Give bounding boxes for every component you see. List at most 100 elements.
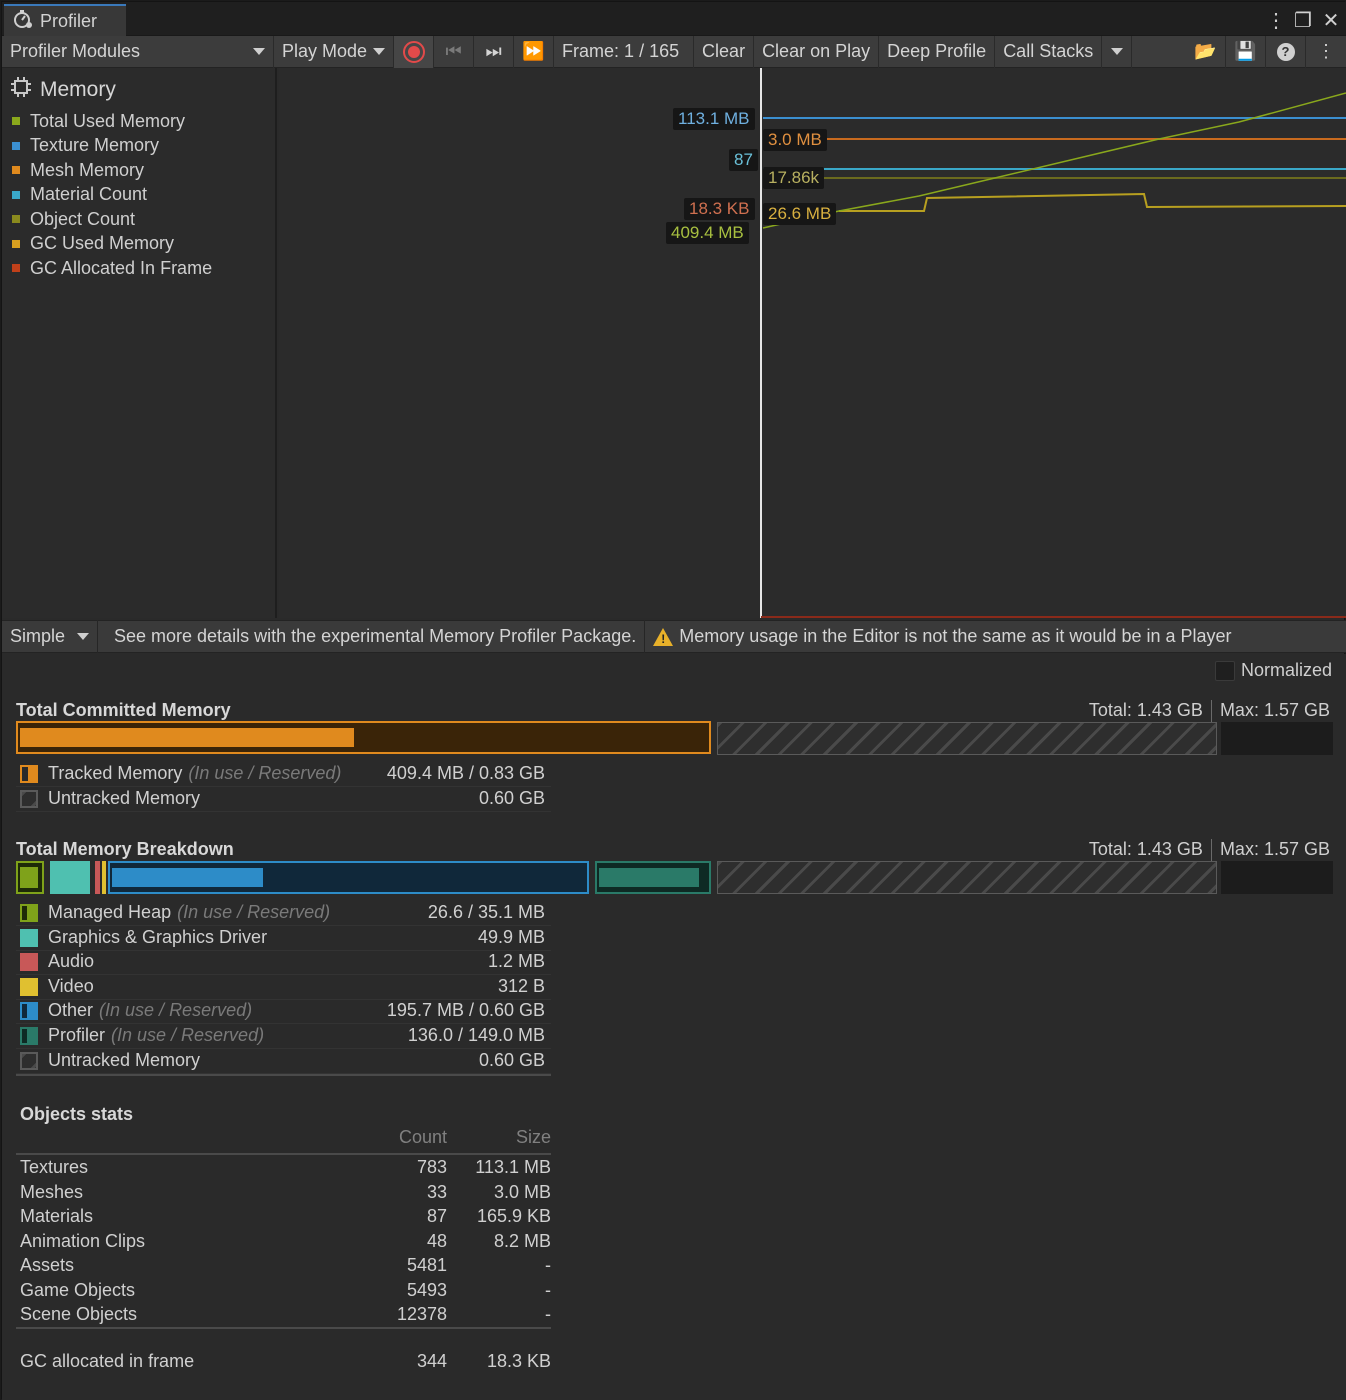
- row-value: 409.4 MB / 0.83 GB: [386, 763, 545, 784]
- breakdown-row-other[interactable]: Other (In use / Reserved) 195.7 MB / 0.6…: [16, 999, 551, 1024]
- profiler-icon: [12, 8, 34, 35]
- legend-swatch: [12, 239, 20, 248]
- object-count: 5493: [406, 1279, 447, 1300]
- objects-row-scene-objects: Scene Objects 12378 -: [20, 1302, 551, 1327]
- breakdown-title: Total Memory Breakdown: [16, 839, 234, 859]
- profiler-window: Profiler ⋮ ❐ ✕ Profiler Modules Play Mod…: [1, 1, 1346, 1400]
- material-value-label: 87: [729, 149, 758, 171]
- view-mode-dropdown[interactable]: Simple: [2, 620, 98, 653]
- object-count: 783: [416, 1156, 447, 1177]
- help-button[interactable]: ?: [1266, 35, 1306, 68]
- row-value: 136.0 / 149.0 MB: [407, 1025, 545, 1046]
- frame-counter: Frame: 1 / 165: [554, 35, 695, 68]
- legend-swatch: [12, 215, 20, 224]
- series-item-gc-used[interactable]: GC Used Memory: [12, 232, 212, 257]
- untracked-breakdown-bar[interactable]: [717, 861, 1217, 894]
- graphics-bar[interactable]: [50, 861, 90, 894]
- series-label: GC Allocated In Frame: [30, 257, 213, 278]
- committed-row-untracked[interactable]: Untracked Memory 0.60 GB: [16, 787, 551, 812]
- video-bar[interactable]: [102, 861, 106, 894]
- texture-value-label: 113.1 MB: [673, 108, 755, 130]
- row-name: Other: [48, 1000, 94, 1021]
- memory-profiler-package-link[interactable]: See more details with the experimental M…: [98, 620, 646, 653]
- normalized-checkbox[interactable]: [1214, 660, 1235, 681]
- deep-profile-button[interactable]: Deep Profile: [879, 35, 996, 68]
- object-count: 87: [426, 1205, 447, 1226]
- memory-chart[interactable]: 113.1 MB 3.0 MB 87 17.86k 18.3 KB 26.6 M…: [279, 68, 1346, 618]
- breakdown-row-video[interactable]: Video 312 B: [16, 975, 551, 1000]
- series-item-gc-allocated[interactable]: GC Allocated In Frame: [12, 256, 212, 281]
- toolbar-menu-button[interactable]: ⋮: [1306, 36, 1346, 68]
- other-bar[interactable]: [108, 861, 589, 894]
- call-stacks-button[interactable]: Call Stacks: [995, 35, 1103, 68]
- total-used-value-label: 409.4 MB: [666, 222, 749, 244]
- clear-on-play-button[interactable]: Clear on Play: [754, 35, 880, 68]
- profiler-modules-dropdown[interactable]: Profiler Modules: [2, 35, 274, 68]
- row-name: Audio: [48, 951, 95, 972]
- other-swatch: [20, 1001, 38, 1020]
- divider: [1210, 700, 1212, 722]
- row-value: 195.7 MB / 0.60 GB: [386, 1000, 545, 1021]
- object-size: 3.0 MB: [493, 1181, 551, 1202]
- breakdown-row-audio[interactable]: Audio 1.2 MB: [16, 950, 551, 975]
- series-label: Material Count: [30, 184, 148, 205]
- maximize-icon[interactable]: ❐: [1294, 8, 1312, 33]
- object-count: 12378: [396, 1303, 447, 1324]
- breakdown-totals: Total: 1.43 GB Max: 1.57 GB: [1089, 839, 1330, 861]
- row-name: Untracked Memory: [48, 788, 201, 809]
- series-item-mesh[interactable]: Mesh Memory: [12, 158, 212, 183]
- step-forward-icon: ⏭: [485, 41, 502, 61]
- breakdown-row-managed-heap[interactable]: Managed Heap (In use / Reserved) 26.6 / …: [16, 901, 551, 926]
- series-item-total-used[interactable]: Total Used Memory: [12, 109, 212, 134]
- gc-used-value-label: 26.6 MB: [763, 203, 837, 225]
- row-name: Profiler: [48, 1025, 106, 1046]
- clear-button[interactable]: Clear: [694, 35, 755, 68]
- close-icon[interactable]: ✕: [1322, 8, 1340, 33]
- object-name: Scene Objects: [20, 1303, 138, 1324]
- call-stacks-dropdown[interactable]: [1102, 35, 1133, 68]
- row-value: 26.6 / 35.1 MB: [427, 902, 545, 923]
- audio-bar[interactable]: [95, 861, 100, 894]
- objects-row-assets: Assets 5481 -: [20, 1253, 551, 1278]
- object-name: Meshes: [20, 1181, 84, 1202]
- committed-row-tracked[interactable]: Tracked Memory (In use / Reserved) 409.4…: [16, 762, 551, 787]
- help-icon: ?: [1276, 42, 1295, 61]
- series-item-material-count[interactable]: Material Count: [12, 183, 212, 208]
- next-frame-button[interactable]: ⏭: [474, 35, 515, 68]
- first-frame-button[interactable]: ⏮: [434, 35, 475, 68]
- tab-title: Profiler: [40, 10, 98, 31]
- editor-warning: ! Memory usage in the Editor is not the …: [645, 620, 1239, 653]
- series-item-object-count[interactable]: Object Count: [12, 207, 212, 232]
- load-button[interactable]: 📂: [1186, 35, 1226, 68]
- frame-label: Frame: 1 / 165: [562, 41, 680, 61]
- breakdown-row-profiler[interactable]: Profiler (In use / Reserved) 136.0 / 149…: [16, 1024, 551, 1049]
- more-options-icon[interactable]: ⋮: [1266, 8, 1286, 33]
- committed-totals: Total: 1.43 GB Max: 1.57 GB: [1089, 700, 1330, 722]
- series-item-texture[interactable]: Texture Memory: [12, 134, 212, 159]
- untracked-memory-bar[interactable]: [717, 722, 1217, 755]
- more-options-icon: ⋮: [1317, 41, 1335, 61]
- series-label: Mesh Memory: [30, 159, 145, 180]
- breakdown-row-untracked[interactable]: Untracked Memory 0.60 GB: [16, 1049, 551, 1074]
- legend-swatch: [12, 141, 20, 150]
- object-name: Materials: [20, 1205, 94, 1226]
- memory-chip-icon: [10, 76, 32, 104]
- section-divider: [16, 1327, 551, 1329]
- tracked-memory-bar[interactable]: [16, 721, 711, 754]
- record-button[interactable]: [394, 35, 435, 68]
- last-frame-button[interactable]: ⏩: [514, 35, 555, 68]
- memory-module-header[interactable]: Memory: [10, 76, 116, 104]
- audio-swatch: [20, 952, 38, 971]
- deep-profile-label: Deep Profile: [887, 41, 987, 61]
- profiler-tab[interactable]: Profiler: [4, 4, 126, 36]
- managed-heap-bar[interactable]: [16, 861, 44, 894]
- normalized-toggle[interactable]: Normalized: [1214, 660, 1332, 681]
- profiler-bar[interactable]: [595, 861, 711, 894]
- count-header: Count: [398, 1126, 447, 1147]
- save-button[interactable]: 💾: [1226, 35, 1266, 68]
- play-mode-dropdown[interactable]: Play Mode: [274, 35, 395, 68]
- details-toolbar: Simple See more details with the experim…: [2, 620, 1346, 653]
- breakdown-row-graphics[interactable]: Graphics & Graphics Driver 49.9 MB: [16, 926, 551, 951]
- row-subtitle: (In use / Reserved): [177, 902, 331, 923]
